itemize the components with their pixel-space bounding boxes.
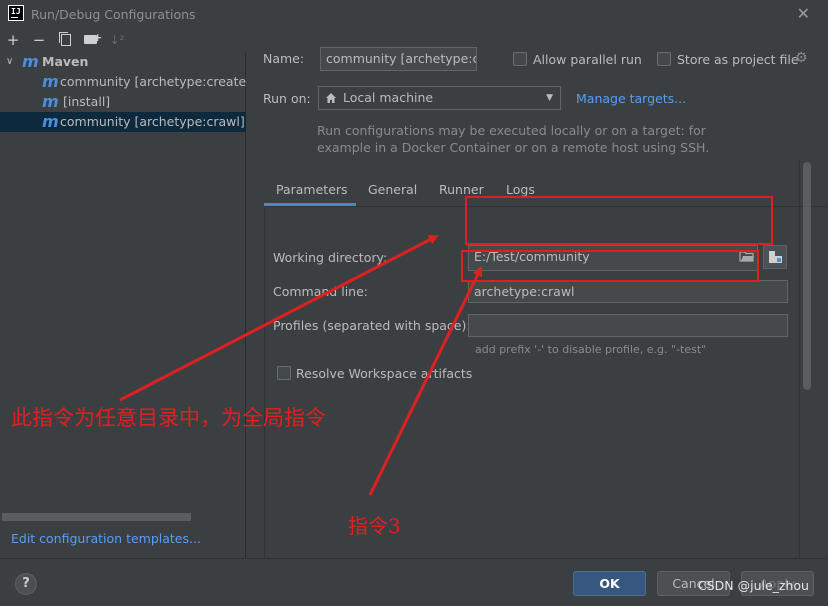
run-on-dropdown[interactable]: Local machine ▼ <box>318 86 561 110</box>
intellij-logo-icon: IJ <box>8 5 24 21</box>
command-line-field[interactable]: archetype:crawl <box>468 280 788 303</box>
title-bar: IJ Run/Debug Configurations ✕ <box>0 0 828 30</box>
annotation-command-note: 指令3 <box>348 514 401 538</box>
gear-icon[interactable]: ⚙ <box>795 50 808 66</box>
maven-icon: m <box>42 112 59 131</box>
configuration-editor: Name: community [archetype:crawl] Allow … <box>247 30 828 558</box>
ok-button[interactable]: OK <box>573 571 646 596</box>
profiles-hint: add prefix '-' to disable profile, e.g. … <box>475 343 707 356</box>
tree-group-maven[interactable]: ∨ m Maven <box>0 52 246 72</box>
maven-icon: m <box>22 52 39 71</box>
profiles-field[interactable] <box>468 314 788 337</box>
run-on-label: Run on: <box>263 91 311 106</box>
maven-icon: m <box>42 72 59 91</box>
tree-item[interactable]: m community [archetype:create-from-proje… <box>0 72 246 92</box>
run-on-hint-line1: Run configurations may be executed local… <box>317 123 706 138</box>
working-directory-label: Working directory: <box>273 250 388 265</box>
tree-item[interactable]: m [install] <box>0 92 246 112</box>
allow-parallel-checkbox[interactable] <box>513 52 527 66</box>
module-folder-icon <box>769 251 782 263</box>
allow-parallel-label: Allow parallel run <box>533 52 642 67</box>
tab-logs[interactable]: Logs <box>506 182 535 197</box>
tree-item-label: community [archetype:create-from-project… <box>60 74 246 89</box>
tree-group-label: Maven <box>42 54 89 69</box>
configurations-tree: ∨ m Maven m community [archetype:create-… <box>0 52 246 558</box>
new-folder-icon[interactable] <box>82 28 102 50</box>
working-directory-value: E:/Test/community <box>474 249 590 264</box>
run-on-hint-line2: example in a Docker Container or on a re… <box>317 140 710 155</box>
command-line-label: Command line: <box>273 284 368 299</box>
horizontal-scrollbar[interactable] <box>2 513 191 521</box>
tree-item-selected[interactable]: m community [archetype:crawl] <box>0 112 246 132</box>
working-directory-field[interactable]: E:/Test/community <box>468 245 758 271</box>
folder-icon[interactable] <box>739 249 755 263</box>
watermark: CSDN @jule_zhou <box>698 578 809 593</box>
resolve-workspace-checkbox[interactable] <box>277 366 291 380</box>
tab-runner[interactable]: Runner <box>439 182 484 197</box>
profiles-label: Profiles (separated with space): <box>273 318 471 333</box>
edit-templates-link[interactable]: Edit configuration templates... <box>11 531 201 546</box>
scrollbar-track <box>799 160 800 558</box>
store-project-label: Store as project file <box>677 52 799 67</box>
manage-targets-link[interactable]: Manage targets... <box>576 91 686 106</box>
tree-toolbar: + − ↓² <box>0 28 246 52</box>
name-field[interactable]: community [archetype:crawl] <box>320 47 477 71</box>
tree-item-label: [install] <box>63 94 111 109</box>
resolve-workspace-label: Resolve Workspace artifacts <box>296 366 473 381</box>
run-on-value: Local machine <box>343 90 434 105</box>
chevron-down-icon: ▼ <box>546 93 553 103</box>
close-icon[interactable]: ✕ <box>797 4 810 23</box>
annotation-global-note: 此指令为任意目录中，为全局指令 <box>11 406 326 430</box>
vertical-scrollbar[interactable] <box>803 162 811 390</box>
remove-configuration-button[interactable]: − <box>30 30 48 50</box>
window-title: Run/Debug Configurations <box>31 7 196 22</box>
home-icon <box>326 93 336 103</box>
add-configuration-button[interactable]: + <box>4 30 22 50</box>
store-project-checkbox[interactable] <box>657 52 671 66</box>
module-directory-button[interactable] <box>763 245 787 269</box>
help-button[interactable]: ? <box>15 573 37 595</box>
chevron-down-icon[interactable]: ∨ <box>6 52 13 72</box>
sort-icon[interactable]: ↓² <box>108 30 126 50</box>
parameters-panel: Working directory: E:/Test/community Com… <box>264 207 798 558</box>
name-label: Name: <box>263 51 305 66</box>
copy-icon[interactable] <box>56 30 74 50</box>
tab-general[interactable]: General <box>368 182 417 197</box>
maven-icon: m <box>42 92 59 111</box>
tab-parameters[interactable]: Parameters <box>276 182 348 197</box>
tree-item-label: community [archetype:crawl] <box>60 114 245 129</box>
